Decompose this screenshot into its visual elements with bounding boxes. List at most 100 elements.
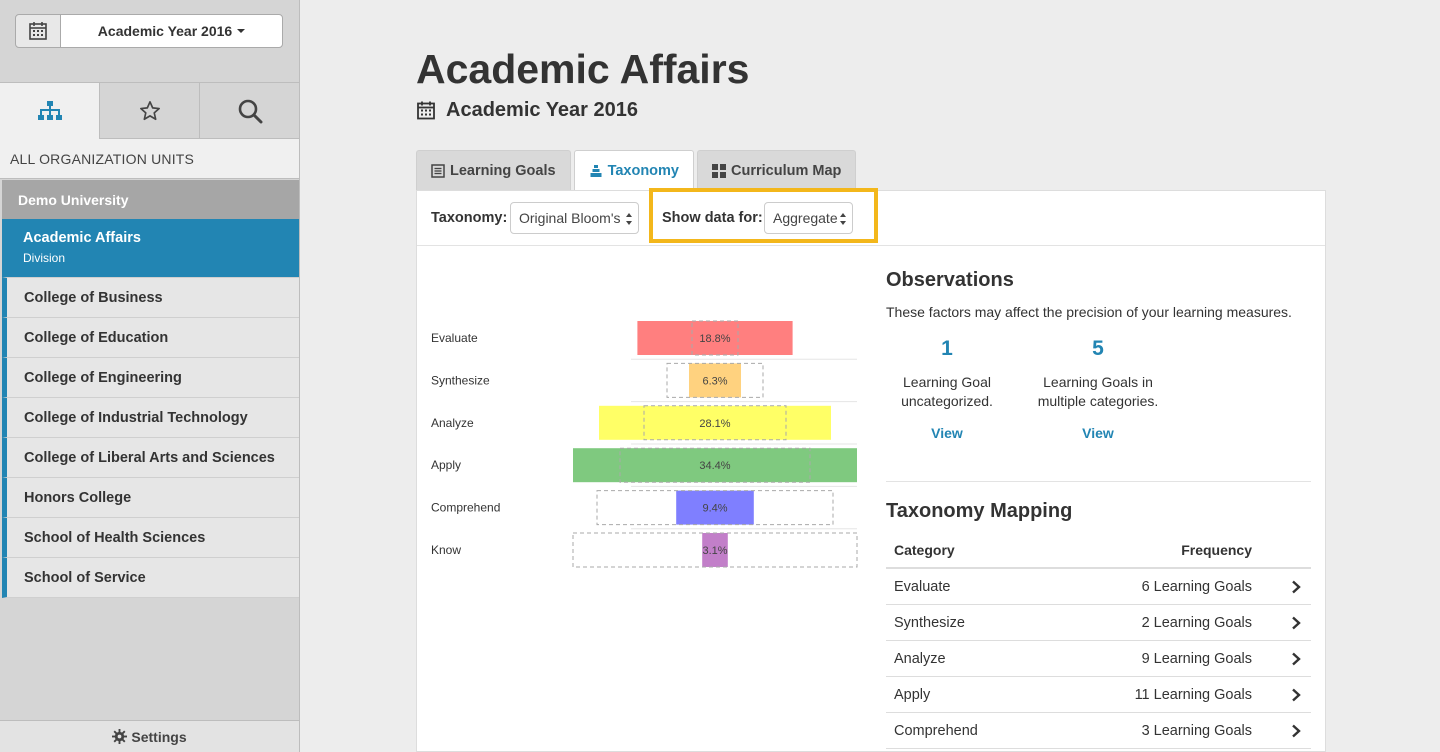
taxonomy-mapping-title: Taxonomy Mapping	[886, 500, 1073, 522]
tab-favorites[interactable]	[100, 83, 200, 139]
star-icon	[139, 100, 160, 120]
frequency-header: Frequency	[1181, 542, 1252, 558]
frequency-cell: 6 Learning Goals	[1141, 578, 1252, 595]
calendar-icon[interactable]	[15, 14, 61, 48]
observation-line: uncategorized.	[901, 393, 993, 409]
academic-year-value: Academic Year 2016	[97, 23, 233, 39]
observation-line: multiple categories.	[1037, 393, 1159, 409]
tab-curriculum-map[interactable]: Curriculum Map	[697, 150, 857, 190]
data-label: 18.8%	[699, 333, 730, 345]
org-item[interactable]: College of Business	[2, 278, 299, 318]
category-cell: Analyze	[894, 650, 946, 667]
org-item[interactable]: College of Industrial Technology	[2, 398, 299, 438]
category-cell: Synthesize	[894, 614, 965, 631]
category-label: Know	[431, 543, 461, 557]
show-data-for-label: Show data for:	[662, 210, 763, 226]
taxonomy-mapping-table: Category Frequency Evaluate 6 Learning G…	[886, 533, 1311, 749]
tab-label: Learning Goals	[450, 162, 556, 179]
show-data-for-value: Aggregate	[773, 210, 838, 226]
settings-label: Settings	[131, 728, 187, 745]
view-multiple-categories-link[interactable]: View	[1023, 425, 1173, 441]
sidebar-tabs	[0, 83, 299, 139]
search-icon	[238, 99, 262, 123]
data-label: 34.4%	[699, 460, 730, 472]
page-subtitle: Academic Year 2016	[416, 99, 638, 122]
data-label: 9.4%	[702, 503, 727, 515]
gear-icon	[112, 729, 128, 744]
table-row[interactable]: Comprehend 3 Learning Goals	[886, 713, 1311, 749]
observation-line: Learning Goal	[903, 374, 991, 390]
show-data-for-select[interactable]: Aggregate	[764, 202, 853, 234]
category-label: Comprehend	[431, 501, 500, 515]
chevron-right-icon[interactable]	[1252, 580, 1311, 594]
category-label: Apply	[431, 458, 461, 472]
taxonomy-select-value: Original Bloom's	[519, 210, 621, 226]
divider	[886, 481, 1311, 482]
all-organization-units-label[interactable]: ALL ORGANIZATION UNITS	[0, 139, 299, 179]
org-item[interactable]: College of Liberal Arts and Sciences	[2, 438, 299, 478]
tab-learning-goals[interactable]: Learning Goals	[416, 150, 571, 190]
observations-title: Observations	[886, 269, 1014, 291]
frequency-cell: 2 Learning Goals	[1141, 614, 1252, 631]
org-item[interactable]: Honors College	[2, 478, 299, 518]
org-item[interactable]: College of Education	[2, 318, 299, 358]
tab-label: Curriculum Map	[731, 162, 842, 179]
org-unit-list: Demo University Academic Affairs Divisio…	[2, 180, 299, 598]
table-row[interactable]: Evaluate 6 Learning Goals	[886, 569, 1311, 605]
org-item[interactable]: School of Health Sciences	[2, 518, 299, 558]
org-item-academic-affairs[interactable]: Academic Affairs Division	[2, 219, 299, 278]
taxonomy-pyramid-chart: Evaluate 18.8% Synthesize 6.3% Analyze 28.1% A…	[431, 320, 858, 568]
category-header: Category	[894, 542, 955, 558]
tab-org-units[interactable]	[0, 83, 100, 139]
observation-count: 5	[1092, 337, 1104, 360]
org-item-label: Academic Affairs	[23, 230, 141, 246]
category-label: Synthesize	[431, 373, 490, 387]
table-header: Category Frequency	[886, 533, 1311, 569]
frequency-cell: 9 Learning Goals	[1141, 650, 1252, 667]
chevron-right-icon[interactable]	[1252, 688, 1311, 702]
org-item[interactable]: School of Service	[2, 558, 299, 598]
academic-year-label: Academic Year 2016	[446, 99, 639, 121]
chevron-right-icon[interactable]	[1252, 616, 1311, 630]
grid-icon	[712, 163, 727, 178]
sidebar: Academic Year 2016 ALL ORGANIZATION UNIT…	[0, 0, 300, 752]
table-row[interactable]: Synthesize 2 Learning Goals	[886, 605, 1311, 641]
calendar-icon	[417, 101, 435, 120]
settings-button[interactable]: Settings	[0, 720, 299, 752]
org-chart-icon	[37, 101, 62, 120]
chevron-right-icon[interactable]	[1252, 652, 1311, 666]
filter-bar: Taxonomy: Original Bloom's Show data for…	[417, 188, 1325, 246]
pyramid-icon	[590, 165, 602, 177]
observation-line: Learning Goals in	[1043, 374, 1153, 390]
org-root-demo-university[interactable]: Demo University	[2, 180, 299, 219]
select-arrows-icon	[626, 213, 632, 225]
page-title: Academic Affairs	[416, 46, 750, 92]
taxonomy-select[interactable]: Original Bloom's	[510, 202, 639, 234]
caret-down-icon	[237, 29, 246, 33]
select-arrows-icon	[840, 213, 846, 225]
page-tabs: Learning Goals Taxonomy Curriculum Map	[416, 150, 859, 191]
frequency-cell: 11 Learning Goals	[1134, 686, 1252, 703]
year-selector-bar: Academic Year 2016	[0, 0, 299, 83]
data-label: 28.1%	[699, 418, 730, 430]
data-label: 3.1%	[702, 545, 727, 557]
observation-multiple-categories: 5 Learning Goals in multiple categories.…	[1023, 337, 1173, 441]
org-item[interactable]: College of Engineering	[2, 358, 299, 398]
taxonomy-panel: Taxonomy: Original Bloom's Show data for…	[416, 188, 1326, 752]
view-uncategorized-link[interactable]: View	[872, 425, 1022, 441]
tab-search[interactable]	[200, 83, 299, 139]
tab-taxonomy[interactable]: Taxonomy	[573, 150, 695, 191]
academic-year-dropdown[interactable]: Academic Year 2016	[60, 14, 283, 48]
observation-text: Learning Goal uncategorized.	[872, 373, 1022, 411]
table-row[interactable]: Apply 11 Learning Goals	[886, 677, 1311, 713]
category-cell: Comprehend	[894, 722, 978, 739]
observation-text: Learning Goals in multiple categories.	[1023, 373, 1173, 411]
observation-uncategorized: 1 Learning Goal uncategorized. View	[872, 337, 1022, 441]
data-label: 6.3%	[702, 375, 727, 387]
taxonomy-filter-label: Taxonomy:	[431, 210, 508, 226]
table-row[interactable]: Analyze 9 Learning Goals	[886, 641, 1311, 677]
category-cell: Apply	[894, 686, 931, 703]
observations-description: These factors may affect the precision o…	[886, 304, 1292, 320]
chevron-right-icon[interactable]	[1252, 724, 1311, 738]
frequency-cell: 3 Learning Goals	[1141, 722, 1252, 739]
